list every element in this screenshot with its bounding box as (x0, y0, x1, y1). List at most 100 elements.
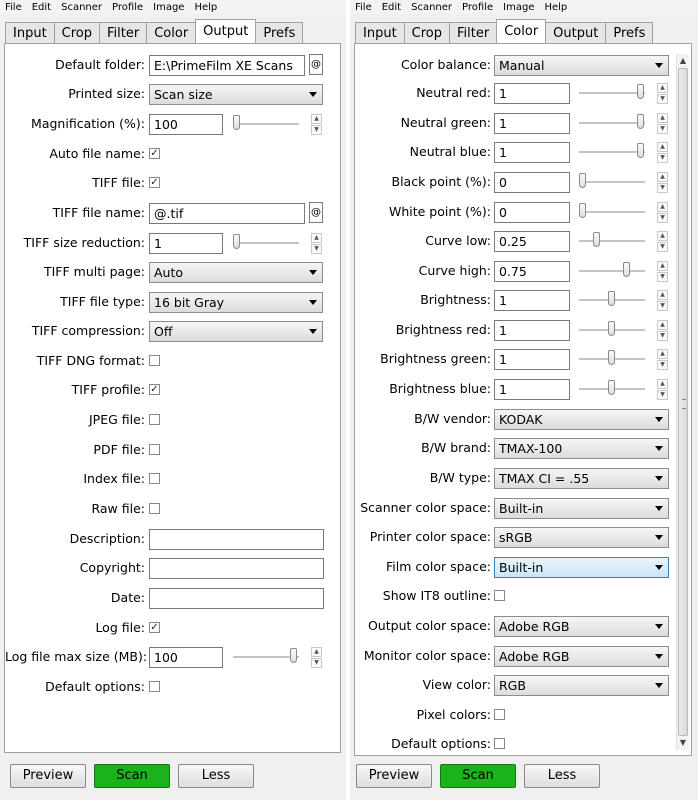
tiff-size-reduction-input[interactable]: 1 (149, 233, 223, 254)
brightness-green-input[interactable]: 1 (494, 349, 570, 370)
pixel-colors-checkbox[interactable] (494, 709, 505, 720)
curve-low-spinner[interactable]: ▲ ▼ (657, 231, 668, 252)
menu-scanner[interactable]: Scanner (56, 2, 107, 13)
spin-up-icon[interactable]: ▲ (657, 113, 668, 123)
default-folder-at-button[interactable]: @ (309, 54, 323, 75)
scan-button[interactable]: Scan (440, 764, 516, 788)
menu-scanner[interactable]: Scanner (406, 2, 457, 13)
menu-image[interactable]: Image (498, 2, 539, 13)
slider-thumb[interactable] (579, 203, 586, 218)
slider-thumb[interactable] (593, 232, 600, 247)
index-file-checkbox[interactable] (149, 473, 160, 484)
output-color-space-select[interactable]: Adobe RGB (494, 616, 669, 637)
vertical-scrollbar[interactable]: ▲ ▼ (676, 54, 689, 750)
brightness-green-slider[interactable] (579, 348, 645, 370)
log-file-max-size-spinner[interactable]: ▲ ▼ (311, 647, 322, 668)
slider-thumb[interactable] (623, 262, 630, 277)
tiff-size-reduction-slider[interactable] (233, 232, 299, 254)
tiff-file-type-select[interactable]: 16 bit Gray (149, 292, 323, 313)
bw-brand-select[interactable]: TMAX-100 (494, 438, 669, 459)
tiff-file-name-at-button[interactable]: @ (309, 202, 323, 223)
default-options-checkbox[interactable] (494, 738, 505, 749)
spin-down-icon[interactable]: ▼ (311, 658, 322, 668)
spin-up-icon[interactable]: ▲ (657, 320, 668, 330)
raw-file-checkbox[interactable] (149, 503, 160, 514)
spin-down-icon[interactable]: ▼ (657, 94, 668, 104)
slider-thumb[interactable] (608, 321, 615, 336)
spin-up-icon[interactable]: ▲ (311, 647, 322, 657)
spin-down-icon[interactable]: ▼ (657, 272, 668, 282)
brightness-blue-input[interactable]: 1 (494, 379, 570, 400)
auto-file-name-checkbox[interactable] (149, 148, 160, 159)
spin-down-icon[interactable]: ▼ (311, 125, 322, 135)
black-point-input[interactable]: 0 (494, 172, 570, 193)
log-file-max-size-input[interactable]: 100 (149, 647, 223, 668)
film-color-space-select[interactable]: Built-in (494, 557, 669, 578)
scan-button[interactable]: Scan (94, 764, 170, 788)
menu-profile[interactable]: Profile (107, 2, 148, 13)
magnification-slider[interactable] (233, 113, 299, 135)
spin-down-icon[interactable]: ▼ (657, 360, 668, 370)
brightness-red-slider[interactable] (579, 319, 645, 341)
copyright-input[interactable] (149, 558, 324, 579)
spin-up-icon[interactable]: ▲ (657, 379, 668, 389)
spin-up-icon[interactable]: ▲ (657, 142, 668, 152)
tab-crop[interactable]: Crop (403, 22, 451, 43)
tiff-file-checkbox[interactable] (149, 177, 160, 188)
spin-up-icon[interactable]: ▲ (657, 231, 668, 241)
black-point-spinner[interactable]: ▲ ▼ (657, 172, 668, 193)
spin-down-icon[interactable]: ▼ (657, 124, 668, 134)
slider-thumb[interactable] (608, 291, 615, 306)
menu-file[interactable]: File (350, 2, 377, 13)
neutral-red-spinner[interactable]: ▲ ▼ (657, 83, 668, 104)
log-file-checkbox[interactable] (149, 622, 160, 633)
neutral-blue-slider[interactable] (579, 141, 645, 163)
brightness-spinner[interactable]: ▲ ▼ (657, 290, 668, 311)
menu-help[interactable]: Help (539, 2, 572, 13)
tab-input[interactable]: Input (355, 22, 405, 43)
white-point-input[interactable]: 0 (494, 202, 570, 223)
scroll-down-icon[interactable]: ▼ (678, 738, 688, 748)
default-folder-input[interactable]: E:\PrimeFilm XE Scans (149, 55, 305, 76)
curve-high-input[interactable]: 0.75 (494, 261, 570, 282)
tab-color[interactable]: Color (496, 19, 547, 43)
menu-edit[interactable]: Edit (377, 2, 406, 13)
tab-input[interactable]: Input (5, 22, 55, 43)
tab-prefs[interactable]: Prefs (605, 22, 654, 43)
curve-low-input[interactable]: 0.25 (494, 231, 570, 252)
spin-up-icon[interactable]: ▲ (657, 202, 668, 212)
brightness-slider[interactable] (579, 289, 645, 311)
default-options-checkbox[interactable] (149, 681, 160, 692)
spin-up-icon[interactable]: ▲ (657, 261, 668, 271)
menu-edit[interactable]: Edit (27, 2, 56, 13)
spin-up-icon[interactable]: ▲ (657, 349, 668, 359)
curve-high-spinner[interactable]: ▲ ▼ (657, 261, 668, 282)
show-it8-outline-checkbox[interactable] (494, 590, 505, 601)
spin-down-icon[interactable]: ▼ (657, 213, 668, 223)
slider-thumb[interactable] (290, 648, 297, 663)
spin-up-icon[interactable]: ▲ (311, 233, 322, 243)
bw-vendor-select[interactable]: KODAK (494, 409, 669, 430)
scroll-up-icon[interactable]: ▲ (678, 56, 688, 66)
spin-up-icon[interactable]: ▲ (657, 83, 668, 93)
white-point-spinner[interactable]: ▲ ▼ (657, 202, 668, 223)
description-input[interactable] (149, 529, 324, 550)
slider-thumb[interactable] (608, 350, 615, 365)
neutral-blue-spinner[interactable]: ▲ ▼ (657, 142, 668, 163)
tiff-multi-page-select[interactable]: Auto (149, 262, 323, 283)
printed-size-select[interactable]: Scan size (149, 84, 323, 105)
neutral-blue-input[interactable]: 1 (494, 142, 570, 163)
spin-up-icon[interactable]: ▲ (657, 172, 668, 182)
bw-type-select[interactable]: TMAX CI = .55 (494, 468, 669, 489)
white-point-slider[interactable] (579, 201, 645, 223)
tab-prefs[interactable]: Prefs (255, 22, 304, 43)
brightness-green-spinner[interactable]: ▲ ▼ (657, 349, 668, 370)
tiff-file-name-input[interactable]: @.tif (149, 203, 305, 224)
tiff-size-reduction-spinner[interactable]: ▲ ▼ (311, 233, 322, 254)
tab-crop[interactable]: Crop (53, 22, 101, 43)
menu-file[interactable]: File (0, 2, 27, 13)
menu-profile[interactable]: Profile (457, 2, 498, 13)
brightness-red-spinner[interactable]: ▲ ▼ (657, 320, 668, 341)
spin-down-icon[interactable]: ▼ (657, 390, 668, 400)
brightness-blue-slider[interactable] (579, 378, 645, 400)
